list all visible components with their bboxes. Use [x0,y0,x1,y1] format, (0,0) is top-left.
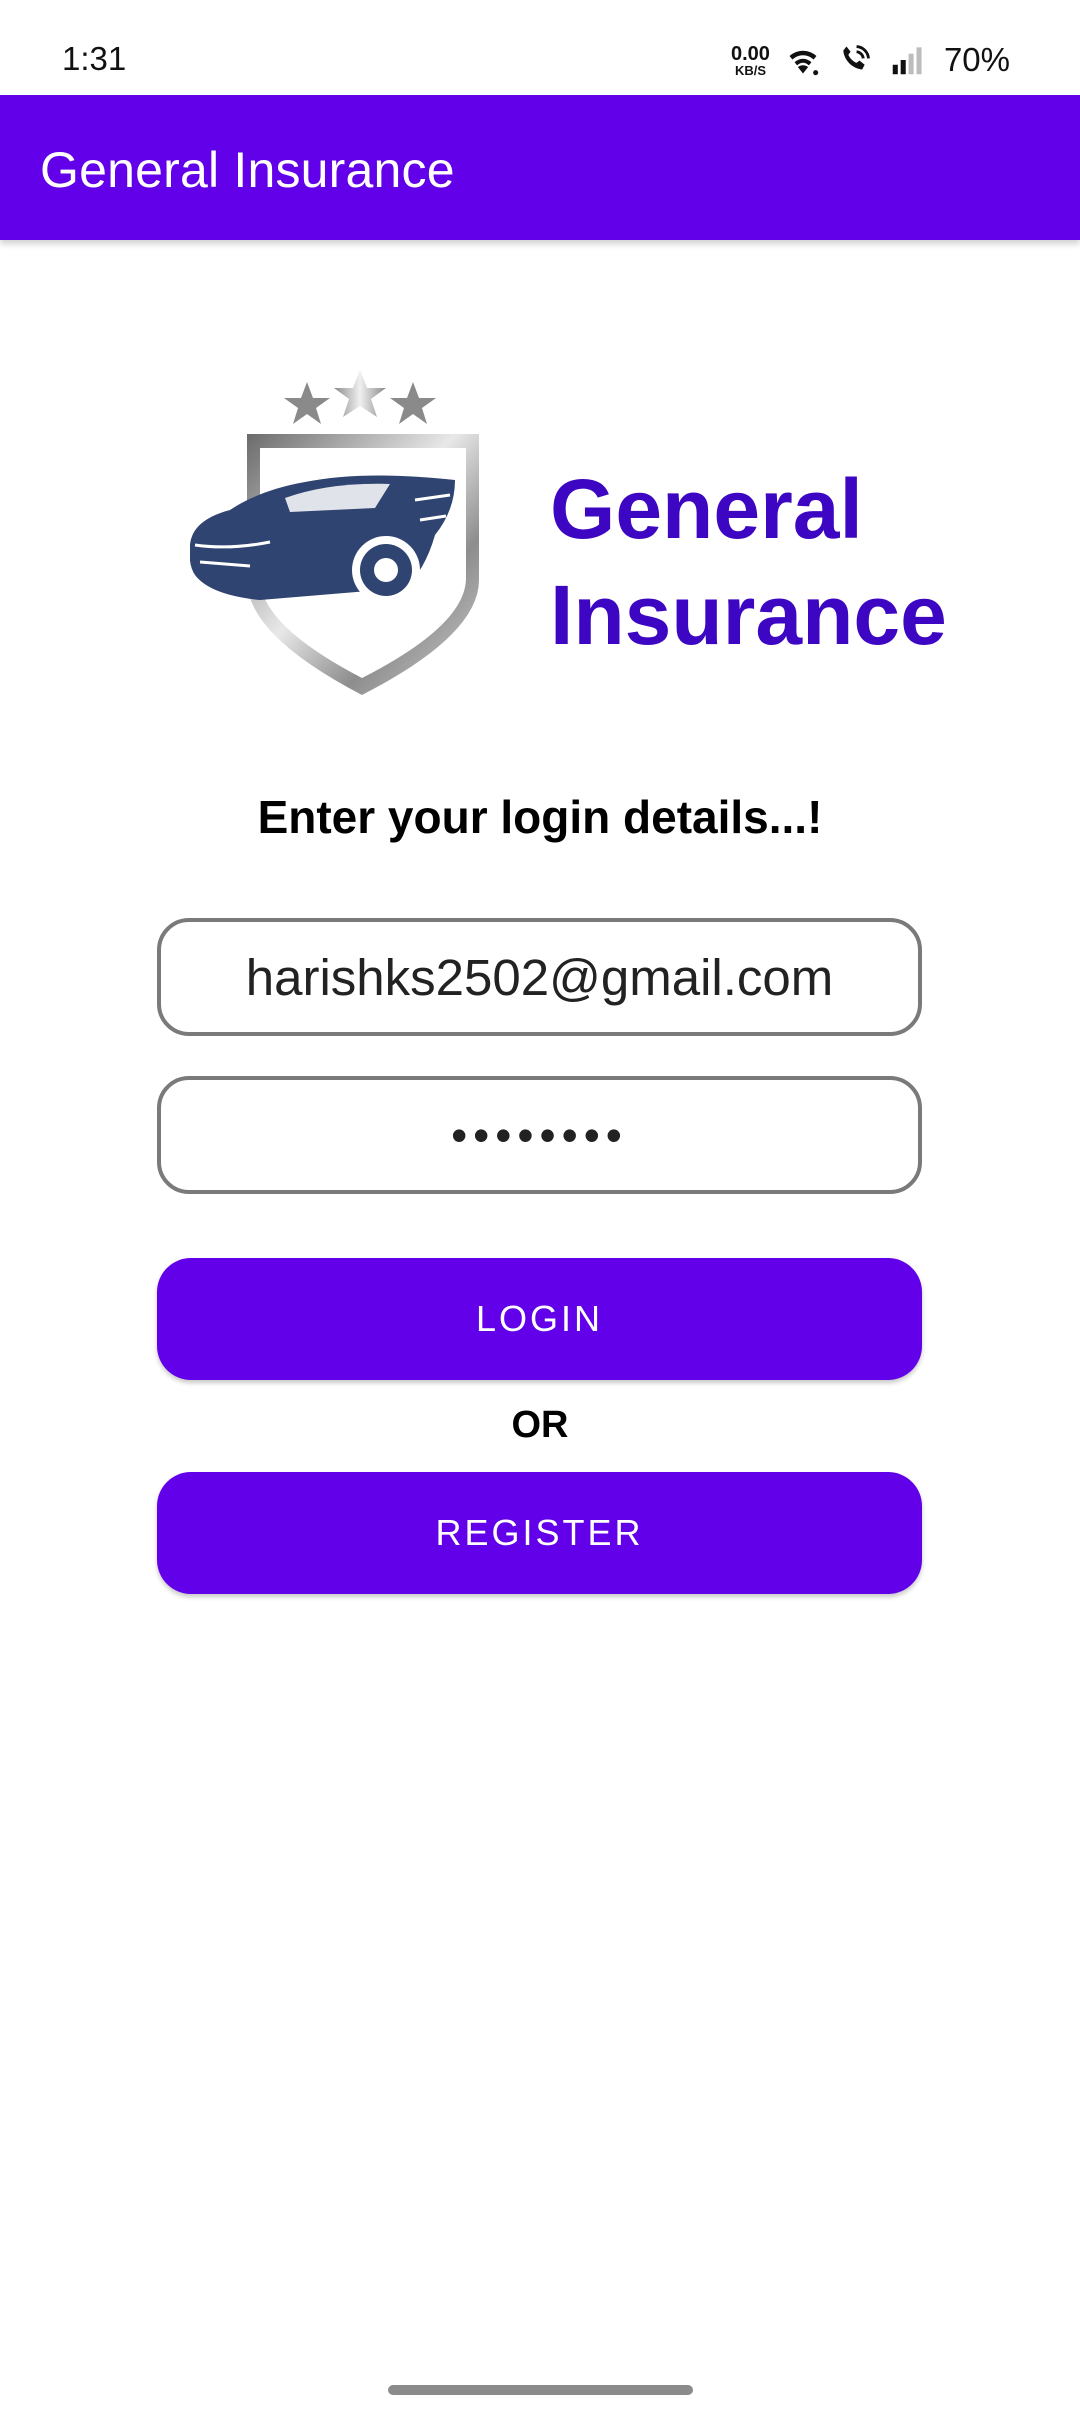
network-speed-value: 0.00 [731,42,770,65]
network-speed-unit: KB/S [734,62,766,78]
status-bar: 1:31 0.00 KB/S 70% [0,0,1080,95]
brand-name: General Insurance [550,456,947,668]
login-button[interactable]: LOGIN [157,1258,922,1380]
signal-icon [892,47,922,75]
register-button[interactable]: REGISTER [157,1472,922,1594]
brand-line-1: General [550,462,863,556]
battery-percentage: 70% [943,41,1010,78]
or-separator: OR [511,1404,569,1446]
wifi-calling-icon [843,45,870,70]
car-shield-logo [190,370,490,700]
password-field[interactable]: •••••••• [157,1076,922,1194]
brand-line-2: Insurance [550,568,947,662]
login-screen: 1:31 0.00 KB/S 70% General Insurance Gen… [0,0,1080,2412]
wifi-icon [789,50,819,76]
app-bar-title: General Insurance [40,142,455,198]
app-bar: General Insurance [0,95,1080,240]
email-field[interactable]: harishks2502@gmail.com [157,918,922,1036]
home-indicator[interactable] [388,2385,693,2395]
login-heading: Enter your login details...! [257,791,823,843]
status-icons: 0.00 KB/S 70% [731,38,1010,82]
network-speed: 0.00 KB/S [731,44,770,77]
status-time: 1:31 [62,40,127,77]
